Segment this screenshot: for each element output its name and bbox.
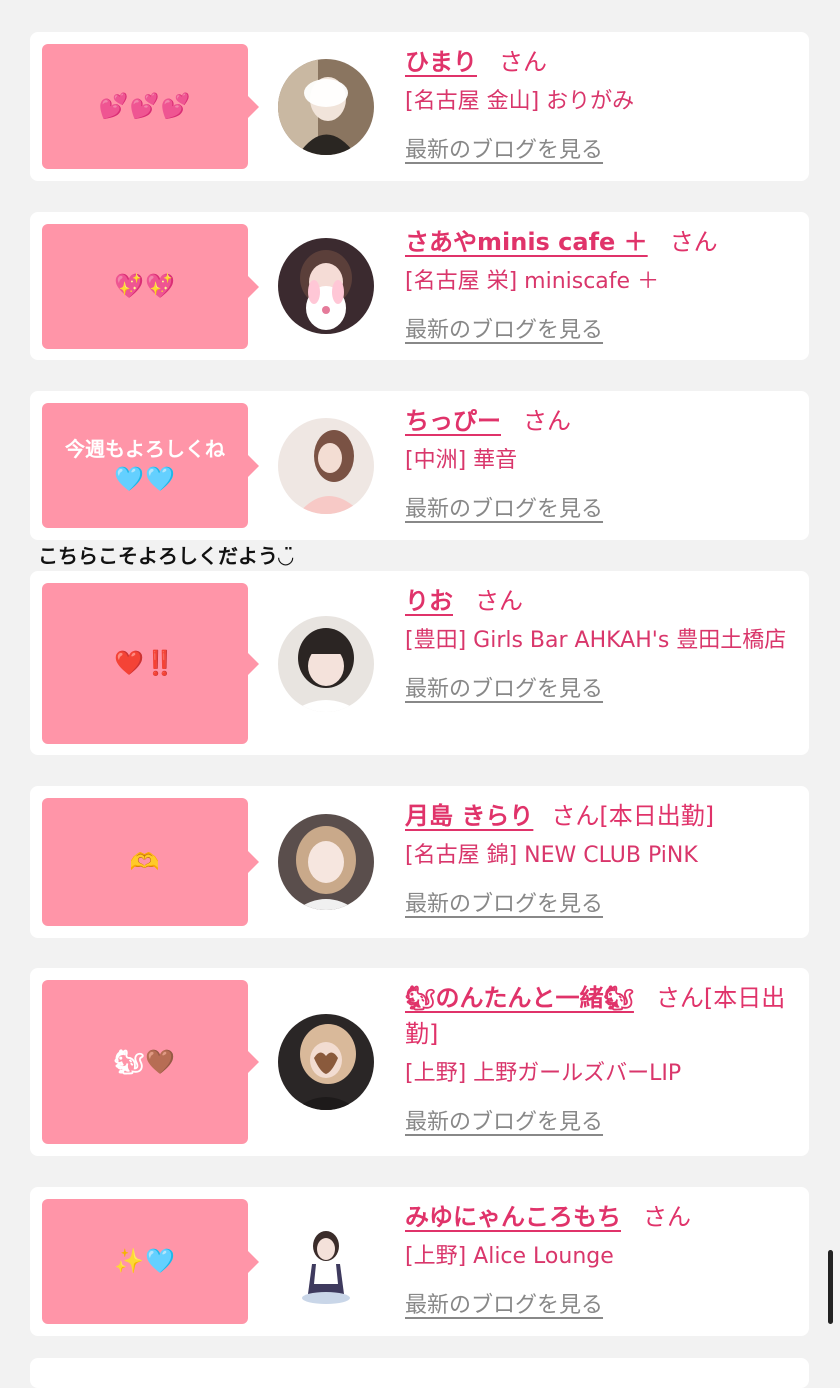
latest-blog-link[interactable]: 最新のブログを見る [405,491,603,523]
shop-info: [中洲] 華音 [405,448,518,473]
shop-info: [名古屋 金山] おりがみ [405,89,635,114]
avatar[interactable] [278,418,374,514]
bubble-emoji: 🩵🩵 [114,464,176,493]
scrollbar[interactable] [828,1250,833,1324]
comment-bubble: 💕💕💕 [42,44,259,169]
avatar[interactable] [278,1214,374,1310]
blog-card: ✨🩵 みゆにゃんころもち さん [上野] Alice Lounge 最新のブログを… [30,1187,809,1336]
honorific: さん [499,48,547,76]
bubble-text: 今週もよろしくね [65,436,225,461]
overlay-reply-text: こちらこそよろしくだよう◡̈ [38,544,294,568]
shop-info: [名古屋 栄] miniscafe ＋ [405,269,660,294]
blog-card: 💖💖 さあやminis cafe ＋ さん [名古屋 栄] miniscafe ＋… [30,212,809,360]
shop-info: [上野] Alice Lounge [405,1244,614,1269]
latest-blog-link[interactable]: 最新のブログを見る [405,132,603,164]
bubble-emoji: 🐿🤎 [113,1047,177,1076]
comment-bubble: 🐿🤎 [42,980,259,1144]
avatar[interactable] [278,1014,374,1110]
latest-blog-link[interactable]: 最新のブログを見る [405,1104,603,1136]
shop-info: [豊田] Girls Bar AHKAH's 豊田土橋店 [405,628,787,653]
honorific: さん[本日出勤] [551,802,715,830]
bubble-emoji: 🫶 [129,847,161,876]
blog-card: 🐿🤎 🐿のんたんと一緒🐿 さん[本日出勤] [上野] 上野ガールズバーLIP 最新… [30,968,809,1156]
bubble-emoji: 💕💕💕 [98,92,192,121]
comment-bubble: 🫶 [42,798,259,926]
bubble-emoji: 💖💖 [114,272,176,301]
user-name-link[interactable]: 🐿のんたんと一緒🐿 [405,984,634,1012]
user-name-link[interactable]: ちっぴー [405,407,501,435]
blog-card: ❤️‼️ りお さん [豊田] Girls Bar AHKAH's 豊田土橋店 最… [30,571,809,755]
next-card-edge [30,1358,809,1388]
shop-info: [名古屋 錦] NEW CLUB PiNK [405,843,698,868]
comment-bubble: ❤️‼️ [42,583,259,744]
latest-blog-link[interactable]: 最新のブログを見る [405,1287,603,1319]
user-name-link[interactable]: みゆにゃんころもち [405,1203,621,1231]
avatar[interactable] [278,238,374,334]
user-name-link[interactable]: ひまり [405,48,477,76]
user-name-link[interactable]: さあやminis cafe ＋ [405,228,648,256]
bubble-emoji: ❤️‼️ [114,649,176,678]
latest-blog-link[interactable]: 最新のブログを見る [405,886,603,918]
avatar[interactable] [278,814,374,910]
comment-bubble: 💖💖 [42,224,259,349]
user-name-link[interactable]: りお [405,587,453,615]
blog-card: 今週もよろしくね 🩵🩵 ちっぴー さん [中洲] 華音 最新のブログを見る [30,391,809,540]
honorific: さん [669,228,718,256]
blog-card: 🫶 月島 きらり さん[本日出勤] [名古屋 錦] NEW CLUB PiNK 最… [30,786,809,938]
blog-card: 💕💕💕 ひまり さん [名古屋 金山] おりがみ 最新のブログを見る [30,32,809,181]
latest-blog-link[interactable]: 最新のブログを見る [405,671,603,703]
latest-blog-link[interactable]: 最新のブログを見る [405,312,603,344]
honorific: さん [523,407,571,435]
bubble-emoji: ✨🩵 [114,1247,176,1276]
honorific: さん [643,1203,691,1231]
comment-bubble: 今週もよろしくね 🩵🩵 [42,403,259,528]
avatar[interactable] [278,616,374,712]
shop-info: [上野] 上野ガールズバーLIP [405,1061,682,1086]
honorific: さん [475,587,523,615]
user-name-link[interactable]: 月島 きらり [405,802,533,830]
comment-bubble: ✨🩵 [42,1199,259,1324]
avatar[interactable] [278,59,374,155]
